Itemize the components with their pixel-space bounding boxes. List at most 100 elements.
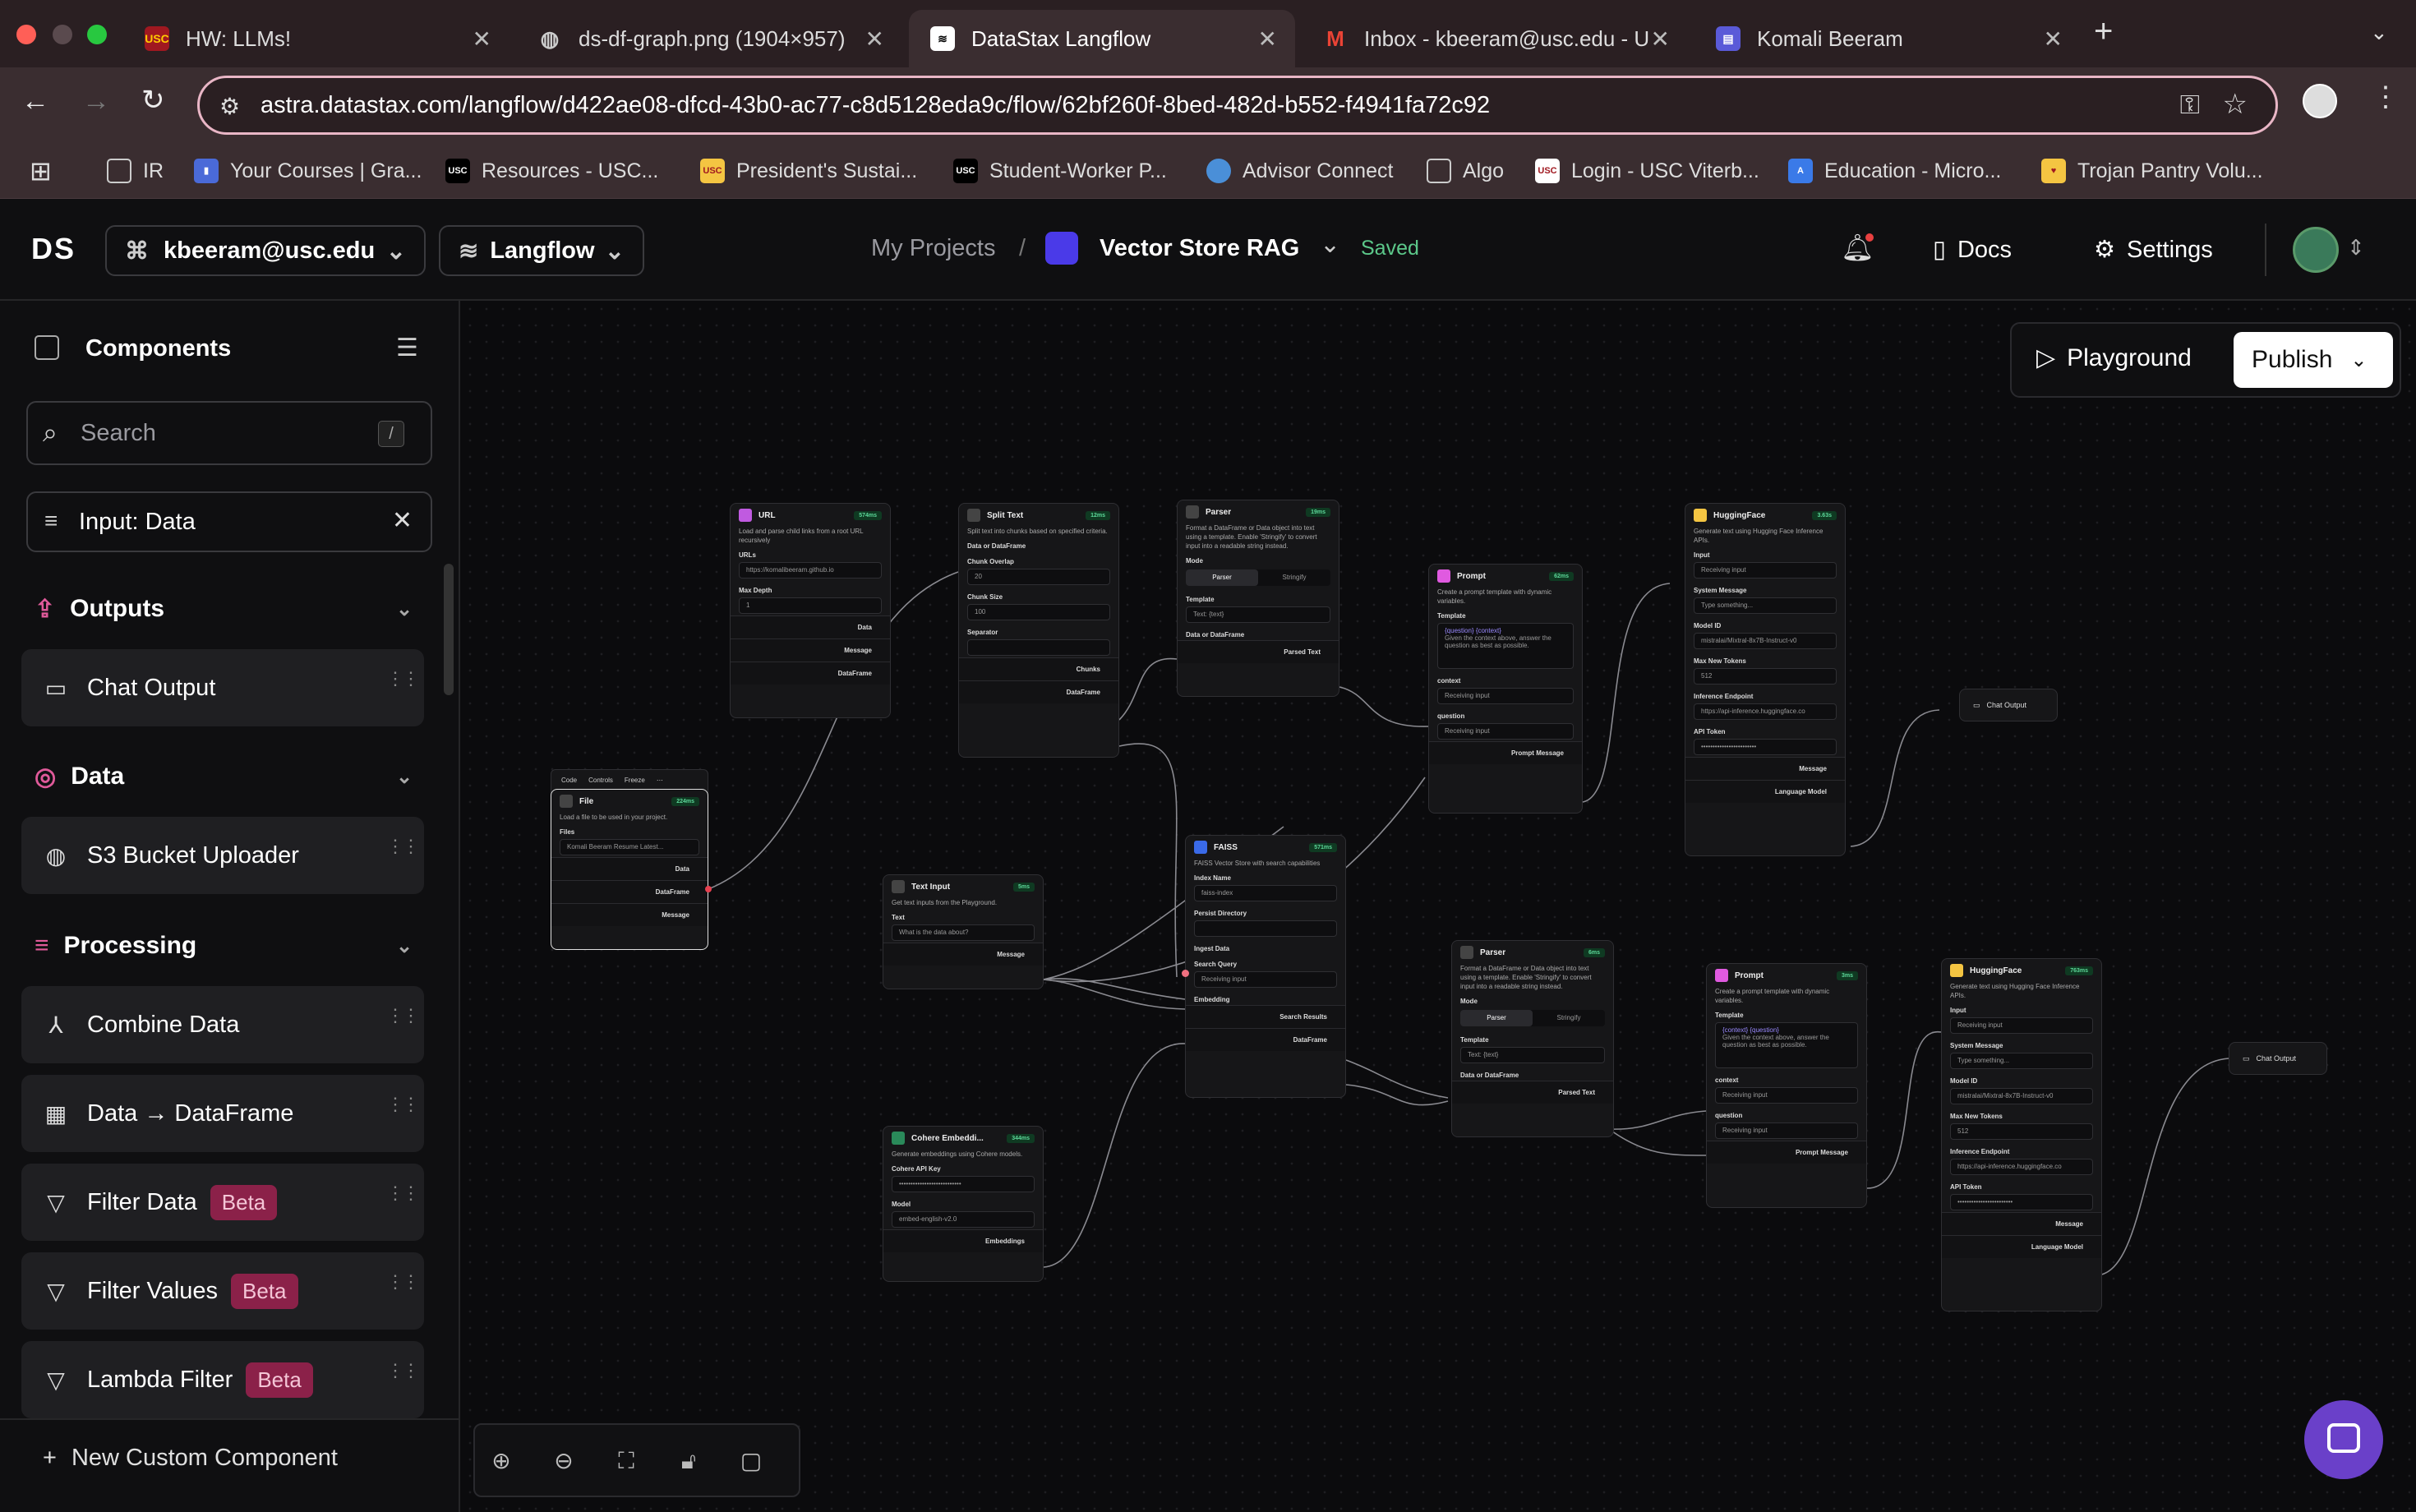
node-huggingface[interactable]: HuggingFace 3.63s Generate text using Hug… [1685, 503, 1846, 856]
output-port[interactable]: DataFrame [1186, 1028, 1345, 1051]
mode-toggle[interactable]: Parser Stringify [1460, 1010, 1605, 1026]
controls-button[interactable]: Controls [588, 777, 613, 784]
apps-grid-icon[interactable]: ⊞ [30, 154, 52, 187]
back-icon[interactable]: ← [21, 85, 49, 118]
input-port[interactable]: Data or DataFrame [959, 536, 1118, 551]
index-name-input[interactable]: faiss-index [1194, 885, 1337, 901]
more-icon[interactable]: ⋯ [657, 777, 663, 784]
breadcrumb-my-projects[interactable]: My Projects [871, 235, 995, 262]
model-select[interactable]: embed-english-v2.0 [892, 1211, 1035, 1228]
zoom-in-icon[interactable]: ⊕ [486, 1446, 516, 1476]
output-port[interactable]: DataFrame [959, 680, 1118, 703]
close-tab-icon[interactable]: ✕ [865, 25, 884, 53]
playground-button[interactable]: ▷ Playground [2036, 343, 2192, 372]
template-input[interactable]: {context} {question} Given the context ab… [1715, 1022, 1858, 1068]
node-file[interactable]: File 224ms Load a file to be used in your… [551, 789, 708, 950]
endpoint-input[interactable]: https://api-inference.huggingface.co [1694, 703, 1837, 720]
mode-stringify[interactable]: Stringify [1533, 1010, 1605, 1026]
node-text-input[interactable]: Text Input 5ms Get text inputs from the P… [883, 874, 1044, 989]
component-combine-data[interactable]: ⅄ Combine Data ⋮⋮ [21, 986, 424, 1063]
section-processing[interactable]: ≡ Processing ⌄ [35, 925, 413, 966]
node-cohere-embeddings[interactable]: Cohere Embeddi... 344ms Generate embeddin… [883, 1126, 1044, 1282]
close-icon[interactable]: ✕ [392, 506, 413, 535]
chunk-overlap-input[interactable]: 20 [967, 569, 1110, 585]
mode-parser[interactable]: Parser [1460, 1010, 1533, 1026]
search-input[interactable]: ⌕ Search / [26, 401, 432, 465]
template-input[interactable]: Text: {text} [1186, 606, 1330, 623]
input-port[interactable]: Data or DataFrame [1178, 625, 1339, 640]
section-outputs[interactable]: ⇪ Outputs ⌄ [35, 588, 413, 629]
zoom-out-icon[interactable]: ⊖ [549, 1446, 579, 1476]
browser-menu-icon[interactable]: ⋮ [2372, 81, 2400, 113]
context-input[interactable]: Receiving input [1715, 1087, 1858, 1104]
note-icon[interactable]: ▢ [736, 1446, 766, 1476]
input-port[interactable]: Data or DataFrame [1452, 1065, 1613, 1081]
node-chat-output[interactable]: ▭ Chat Output [2229, 1042, 2327, 1075]
browser-tab[interactable]: USC HW: LLMs! ✕ [123, 10, 509, 67]
sidebar-scrollbar[interactable] [444, 564, 454, 695]
node-parser[interactable]: Parser 6ms Format a DataFrame or Data obj… [1451, 940, 1614, 1137]
address-bar[interactable]: ⚙ astra.datastax.com/langflow/d422ae08-d… [197, 76, 2278, 135]
reload-icon[interactable]: ↻ [141, 84, 165, 117]
chevron-updown-icon[interactable]: ⇕ [2347, 235, 2365, 260]
node-prompt[interactable]: Prompt 62ms Create a prompt template with… [1428, 564, 1583, 814]
datastax-logo[interactable]: DS [31, 232, 76, 266]
settings-link[interactable]: ⚙ Settings [2094, 235, 2213, 264]
tab-search-icon[interactable]: ⌄ [2370, 20, 2388, 45]
context-input[interactable]: Receiving input [1437, 688, 1574, 704]
browser-tab[interactable]: M Inbox - kbeeram@usc.edu - U ✕ [1302, 10, 1688, 67]
bookmark-item[interactable]: USC Student-Worker P... [953, 154, 1167, 187]
output-port[interactable]: Data [731, 615, 890, 638]
urls-input[interactable]: https://komalibeeram.github.io [739, 562, 882, 579]
drag-handle-icon[interactable]: ⋮⋮ [386, 1007, 420, 1025]
maximize-window-button[interactable] [87, 25, 107, 44]
system-message-input[interactable]: Type something... [1694, 597, 1837, 614]
close-window-button[interactable] [16, 25, 36, 44]
new-tab-icon[interactable]: + [2094, 13, 2113, 50]
output-port[interactable]: Prompt Message [1707, 1141, 1866, 1164]
mode-parser[interactable]: Parser [1186, 569, 1258, 586]
org-selector[interactable]: ⌘ kbeeram@usc.edu ⌄ [105, 225, 426, 276]
forward-icon[interactable]: → [82, 85, 110, 118]
output-port[interactable]: Language Model [1942, 1235, 2101, 1258]
output-port[interactable]: Chunks [959, 657, 1118, 680]
template-input[interactable]: Text: {text} [1460, 1047, 1605, 1063]
node-chat-output[interactable]: ▭ Chat Output [1959, 689, 2058, 721]
flow-canvas[interactable]: URL 574ms Load and parse child links from… [462, 301, 2416, 1512]
component-chat-output[interactable]: ▭ Chat Output ⋮⋮ [21, 649, 424, 726]
new-custom-component-button[interactable]: + New Custom Component [43, 1445, 338, 1472]
max-tokens-input[interactable]: 512 [1694, 668, 1837, 685]
chunk-size-input[interactable]: 100 [967, 604, 1110, 620]
component-filter-data[interactable]: ▽ Filter Data Beta ⋮⋮ [21, 1164, 424, 1241]
output-port[interactable]: Message [731, 638, 890, 662]
input-field[interactable]: Receiving input [1694, 562, 1837, 579]
password-key-icon[interactable]: ⚿ [2180, 90, 2200, 121]
component-data-to-dataframe[interactable]: ▦ Data → DataFrame ⋮⋮ [21, 1075, 424, 1152]
component-s3-bucket-uploader[interactable]: ◍ S3 Bucket Uploader ⋮⋮ [21, 817, 424, 894]
close-tab-icon[interactable]: ✕ [1651, 25, 1670, 53]
collapse-sidebar-icon[interactable] [35, 335, 59, 360]
system-message-input[interactable]: Type something... [1950, 1053, 2093, 1069]
files-input[interactable]: Komali Beeram Resume Latest... [560, 839, 699, 855]
drag-handle-icon[interactable]: ⋮⋮ [386, 1362, 420, 1380]
drag-handle-icon[interactable]: ⋮⋮ [386, 1273, 420, 1291]
output-port[interactable]: Message [883, 943, 1043, 966]
bookmark-item[interactable]: USC Login - USC Viterb... [1535, 154, 1759, 187]
node-huggingface[interactable]: HuggingFace 763ms Generate text using Hug… [1941, 958, 2102, 1311]
lock-icon[interactable]: 🔓︎ [674, 1446, 703, 1476]
endpoint-input[interactable]: https://api-inference.huggingface.co [1950, 1159, 2093, 1175]
output-port[interactable]: Prompt Message [1429, 741, 1582, 764]
section-data[interactable]: ◎ Data ⌄ [35, 756, 413, 797]
node-faiss[interactable]: FAISS 571ms FAISS Vector Store with searc… [1185, 835, 1346, 1098]
output-port[interactable]: Data [551, 857, 708, 880]
api-token-input[interactable]: •••••••••••••••••••••••• [1950, 1194, 2093, 1210]
node-url[interactable]: URL 574ms Load and parse child links from… [730, 503, 891, 718]
filter-chip[interactable]: ≡ Input: Data ✕ [26, 491, 432, 552]
output-port[interactable]: DataFrame [551, 880, 708, 903]
close-tab-icon[interactable]: ✕ [473, 25, 491, 53]
user-avatar[interactable] [2293, 227, 2339, 273]
input-field[interactable]: Receiving input [1950, 1017, 2093, 1034]
node-split-text[interactable]: Split Text 12ms Split text into chunks ba… [958, 503, 1119, 758]
bookmark-folder[interactable]: Algo [1427, 154, 1504, 187]
bookmark-item[interactable]: USC President's Sustai... [700, 154, 917, 187]
